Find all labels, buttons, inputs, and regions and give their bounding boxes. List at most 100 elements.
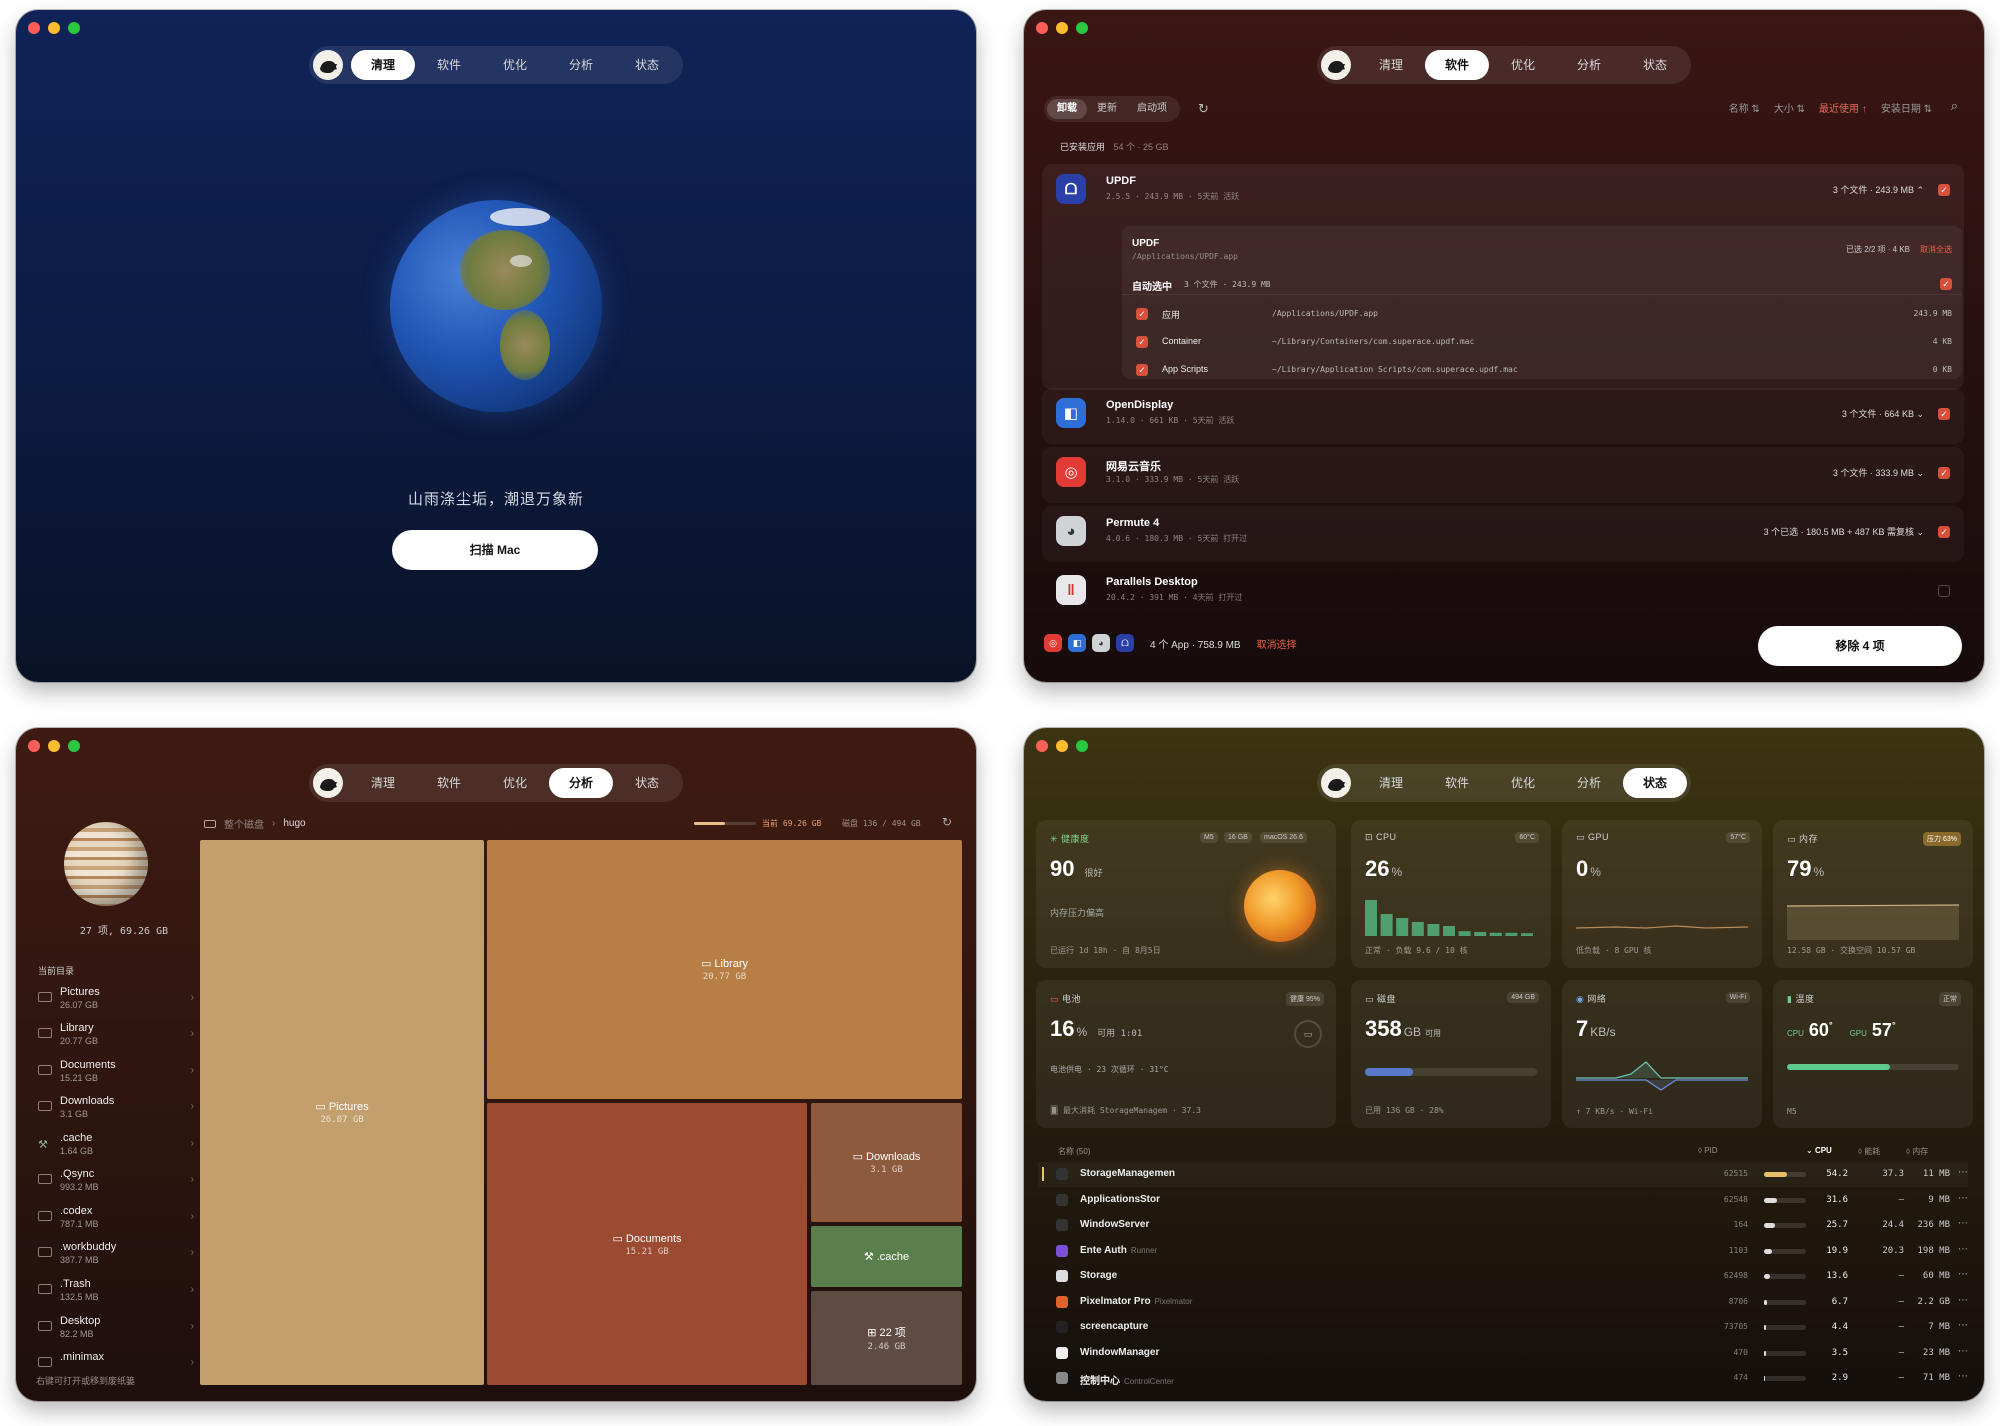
close-button[interactable] xyxy=(1036,22,1048,34)
sort-last-used[interactable]: 最近使用 ↑ xyxy=(1819,100,1867,115)
tab-software[interactable]: 软件 xyxy=(417,50,481,80)
cancel-selection-link[interactable]: 取消选择 xyxy=(1257,636,1297,651)
directory-item[interactable]: ⚒ .cache 1.64 GB › xyxy=(34,1130,194,1164)
file-checkbox[interactable]: ✓ xyxy=(1136,336,1148,348)
close-button[interactable] xyxy=(1036,740,1048,752)
app-checkbox[interactable]: ✓ xyxy=(1938,467,1950,479)
directory-item[interactable]: .Qsync 993.2 MB › xyxy=(34,1166,194,1200)
process-row[interactable]: ApplicationsStor 62548 31.6 — 9 MB ⋯ xyxy=(1038,1188,1968,1213)
memory-card[interactable]: ▭ 内存 压力 63% 79% 12.58 GB · 交换空间 10.57 GB xyxy=(1773,820,1973,968)
process-row[interactable]: WindowManager 470 3.5 — 23 MB ⋯ xyxy=(1038,1341,1968,1366)
close-button[interactable] xyxy=(28,22,40,34)
subtab-uninstall[interactable]: 卸载 xyxy=(1047,99,1087,119)
process-row[interactable]: Ente Auth Runner 1103 19.9 20.3 198 MB ⋯ xyxy=(1038,1239,1968,1264)
tab-clean[interactable]: 清理 xyxy=(350,50,415,80)
zoom-button[interactable] xyxy=(68,740,80,752)
zoom-button[interactable] xyxy=(1076,22,1088,34)
tab-optimize[interactable]: 优化 xyxy=(483,768,547,798)
battery-card[interactable]: ▭ 电池 健康 95% 16% 可用 1:01 ▭ 电池供电 · 23 次循环 ·… xyxy=(1036,980,1336,1128)
col-memory[interactable]: ◊ 内存 xyxy=(1906,1146,1928,1157)
treemap-tile-downloads[interactable]: ▭ Downloads 3.1 GB xyxy=(811,1103,962,1222)
process-row[interactable]: StorageManagemen 62515 54.2 37.3 11 MB ⋯ xyxy=(1038,1162,1968,1187)
bear-logo-icon[interactable] xyxy=(312,768,343,798)
more-icon[interactable]: ⋯ xyxy=(1958,1244,1968,1255)
treemap-tile-documents[interactable]: ▭ Documents 15.21 GB xyxy=(487,1103,807,1385)
temperature-card[interactable]: ▮ 温度 正常 CPU 60° GPU 57° M5 xyxy=(1773,980,1973,1128)
tab-optimize[interactable]: 优化 xyxy=(1491,768,1555,798)
more-icon[interactable]: ⋯ xyxy=(1958,1218,1968,1229)
tab-clean[interactable]: 清理 xyxy=(1359,50,1423,80)
process-row[interactable]: Pixelmator Pro Pixelmator 8706 6.7 — 2.2 GB ⋯ xyxy=(1038,1290,1968,1315)
tab-status[interactable]: 状态 xyxy=(615,768,679,798)
subtab-login-items[interactable]: 启动项 xyxy=(1127,99,1177,119)
sort-size[interactable]: 大小 ⇅ xyxy=(1774,100,1805,115)
tab-analyze[interactable]: 分析 xyxy=(549,50,613,80)
col-pid[interactable]: ◊ PID xyxy=(1698,1146,1718,1155)
file-checkbox[interactable]: ✓ xyxy=(1136,308,1148,320)
more-icon[interactable]: ⋯ xyxy=(1958,1346,1968,1357)
tab-software[interactable]: 软件 xyxy=(1425,768,1489,798)
directory-item[interactable]: .minimax › xyxy=(34,1349,194,1371)
tab-analyze[interactable]: 分析 xyxy=(549,768,614,798)
app-checkbox[interactable]: ✓ xyxy=(1938,184,1950,196)
col-energy[interactable]: ◊ 能耗 xyxy=(1858,1146,1880,1157)
directory-item[interactable]: Downloads 3.1 GB › xyxy=(34,1093,194,1127)
tab-software[interactable]: 软件 xyxy=(1424,50,1489,80)
treemap-tile-cache[interactable]: ⚒ .cache xyxy=(811,1226,962,1287)
app-checkbox[interactable] xyxy=(1938,585,1950,597)
app-row-parallels[interactable]: ‖ Parallels Desktop 20.4.2 · 391 MB · 4天… xyxy=(1042,565,1964,621)
scan-mac-button[interactable]: 扫描 Mac xyxy=(392,530,598,570)
minimize-button[interactable] xyxy=(1056,740,1068,752)
directory-item[interactable]: Pictures 26.07 GB › xyxy=(34,984,194,1018)
app-row-updf[interactable]: ᗝ UPDF 2.5.5 · 243.9 MB · 5天前 活跃 3 个文件 ·… xyxy=(1042,164,1964,390)
col-name[interactable]: 名称 (50) xyxy=(1058,1146,1090,1157)
file-checkbox[interactable]: ✓ xyxy=(1136,364,1148,376)
search-icon[interactable]: ⌕ xyxy=(1951,98,1958,114)
directory-item[interactable]: Documents 15.21 GB › xyxy=(34,1057,194,1091)
refresh-icon[interactable]: ↻ xyxy=(942,815,952,829)
treemap-tile-more-items[interactable]: ⊞ 22 项 2.46 GB xyxy=(811,1291,962,1385)
tab-analyze[interactable]: 分析 xyxy=(1557,768,1621,798)
auto-select-checkbox[interactable]: ✓ xyxy=(1940,278,1952,290)
close-button[interactable] xyxy=(28,740,40,752)
treemap-tile-pictures[interactable]: ▭ Pictures 26.07 GB xyxy=(200,840,484,1385)
app-row-opendisplay[interactable]: ◧ OpenDisplay 1.14.0 · 661 KB · 5天前 活跃 3… xyxy=(1042,388,1964,444)
process-row[interactable]: 控制中心 ControlCenter 474 2.9 — 71 MB ⋯ xyxy=(1038,1366,1968,1391)
tab-software[interactable]: 软件 xyxy=(417,768,481,798)
bear-logo-icon[interactable] xyxy=(312,50,343,80)
sort-name[interactable]: 名称 ⇅ xyxy=(1729,100,1760,115)
remove-button[interactable]: 移除 4 项 xyxy=(1758,626,1962,666)
tab-status[interactable]: 状态 xyxy=(1623,768,1688,798)
sort-install-date[interactable]: 安装日期 ⇅ xyxy=(1881,100,1932,115)
refresh-icon[interactable]: ↻ xyxy=(1198,101,1209,117)
more-icon[interactable]: ⋯ xyxy=(1958,1371,1968,1382)
tab-status[interactable]: 状态 xyxy=(615,50,679,80)
minimize-button[interactable] xyxy=(1056,22,1068,34)
disk-card[interactable]: ▭ 磁盘 494 GB 358 GB 可用 已用 136 GB · 28% xyxy=(1351,980,1551,1128)
bear-logo-icon[interactable] xyxy=(1320,768,1351,798)
col-cpu[interactable]: ⌄ CPU xyxy=(1806,1146,1832,1155)
directory-item[interactable]: .Trash 132.5 MB › xyxy=(34,1276,194,1310)
more-icon[interactable]: ⋯ xyxy=(1958,1320,1968,1331)
tab-analyze[interactable]: 分析 xyxy=(1557,50,1621,80)
more-icon[interactable]: ⋯ xyxy=(1958,1193,1968,1204)
tab-optimize[interactable]: 优化 xyxy=(483,50,547,80)
process-row[interactable]: screencapture 73705 4.4 — 7 MB ⋯ xyxy=(1038,1315,1968,1340)
breadcrumb-root[interactable]: 整个磁盘 xyxy=(224,816,264,831)
breadcrumb-leaf[interactable]: hugo xyxy=(283,818,305,829)
process-row[interactable]: Storage 62498 13.6 — 60 MB ⋯ xyxy=(1038,1264,1968,1289)
directory-item[interactable]: .codex 787.1 MB › xyxy=(34,1203,194,1237)
app-files-summary[interactable]: 3 个文件 · 333.9 MB ⌄ xyxy=(1833,466,1924,479)
more-icon[interactable]: ⋯ xyxy=(1958,1167,1968,1178)
app-checkbox[interactable]: ✓ xyxy=(1938,408,1950,420)
app-row-netease-music[interactable]: ◎ 网易云音乐 3.1.0 · 333.9 MB · 5天前 活跃 3 个文件 … xyxy=(1042,447,1964,503)
zoom-button[interactable] xyxy=(68,22,80,34)
more-icon[interactable]: ⋯ xyxy=(1958,1269,1968,1280)
directory-item[interactable]: Library 20.77 GB › xyxy=(34,1020,194,1054)
app-files-summary[interactable]: 3 个文件 · 664 KB ⌄ xyxy=(1842,407,1924,420)
app-files-summary[interactable]: 3 个已选 · 180.5 MB + 487 KB 需复核 ⌄ xyxy=(1764,525,1924,538)
treemap-tile-library[interactable]: ▭ Library 20.77 GB xyxy=(487,840,962,1099)
tab-clean[interactable]: 清理 xyxy=(1359,768,1423,798)
zoom-button[interactable] xyxy=(1076,740,1088,752)
directory-item[interactable]: .workbuddy 387.7 MB › xyxy=(34,1239,194,1273)
